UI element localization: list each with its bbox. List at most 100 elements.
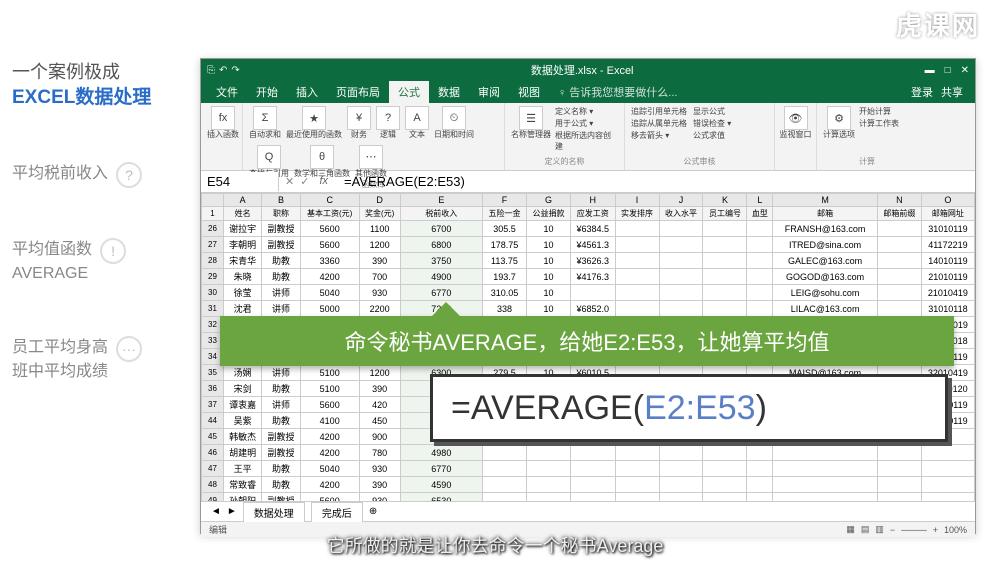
sheet-tab-2[interactable]: 完成后 xyxy=(311,502,363,522)
trace-precedents[interactable]: 追踪引用单元格 xyxy=(631,106,687,117)
header-cell[interactable]: 员工编号 xyxy=(703,207,747,221)
col-header[interactable]: H xyxy=(570,194,615,207)
cell[interactable] xyxy=(747,237,773,253)
cell[interactable] xyxy=(773,477,877,493)
cell[interactable] xyxy=(877,221,921,237)
cell[interactable] xyxy=(570,445,615,461)
error-check[interactable]: 错误检查 ▾ xyxy=(693,118,731,129)
cell[interactable]: 5600 xyxy=(300,493,359,502)
ribbon-自动求和[interactable]: Σ自动求和 xyxy=(249,106,281,140)
cell[interactable] xyxy=(570,493,615,502)
tab-formulas[interactable]: 公式 xyxy=(389,81,429,103)
col-header[interactable]: I xyxy=(615,194,659,207)
cell[interactable]: 助教 xyxy=(262,413,300,429)
ribbon-文本[interactable]: A文本 xyxy=(405,106,429,140)
create-from-selection[interactable]: 根据所选内容创建 xyxy=(555,130,618,152)
cell[interactable]: 1200 xyxy=(359,365,400,381)
cell[interactable]: 沈君 xyxy=(224,301,262,317)
row-header[interactable]: 30 xyxy=(202,285,224,301)
cell[interactable]: 韩敏杰 xyxy=(224,429,262,445)
cell[interactable]: 副教授 xyxy=(262,493,300,502)
cell[interactable] xyxy=(703,285,747,301)
cell[interactable]: 常致睿 xyxy=(224,477,262,493)
col-header[interactable]: D xyxy=(359,194,400,207)
cell[interactable] xyxy=(747,253,773,269)
cell[interactable] xyxy=(615,253,659,269)
cell[interactable]: 副教授 xyxy=(262,445,300,461)
tab-file[interactable]: 文件 xyxy=(207,81,247,103)
row-header[interactable]: 36 xyxy=(202,381,224,397)
tab-view[interactable]: 视图 xyxy=(509,81,549,103)
header-cell[interactable]: 实发排序 xyxy=(615,207,659,221)
cell[interactable] xyxy=(877,301,921,317)
cell[interactable]: GOGOD@163.com xyxy=(773,269,877,285)
cell[interactable]: 助教 xyxy=(262,477,300,493)
evaluate-formula[interactable]: 公式求值 xyxy=(693,130,731,141)
cell[interactable] xyxy=(659,237,703,253)
header-cell[interactable]: 基本工资(元) xyxy=(300,207,359,221)
cell[interactable] xyxy=(483,445,527,461)
header-cell[interactable]: 公益捐款 xyxy=(526,207,570,221)
row-header[interactable]: 28 xyxy=(202,253,224,269)
cell[interactable]: 5600 xyxy=(300,397,359,413)
cell[interactable] xyxy=(703,477,747,493)
cell[interactable] xyxy=(615,269,659,285)
row-header[interactable]: 27 xyxy=(202,237,224,253)
col-header[interactable]: N xyxy=(877,194,921,207)
col-header[interactable]: A xyxy=(224,194,262,207)
cell[interactable]: 420 xyxy=(359,397,400,413)
cell[interactable] xyxy=(483,493,527,502)
cell[interactable]: 4200 xyxy=(300,269,359,285)
cell[interactable] xyxy=(526,445,570,461)
cell[interactable]: 780 xyxy=(359,445,400,461)
cell[interactable] xyxy=(615,477,659,493)
cell[interactable] xyxy=(773,445,877,461)
cell[interactable]: 900 xyxy=(359,429,400,445)
cell[interactable]: 10 xyxy=(526,269,570,285)
cell[interactable] xyxy=(703,493,747,502)
cell[interactable] xyxy=(526,461,570,477)
cell[interactable]: 31010119 xyxy=(921,221,974,237)
cell[interactable]: ¥4176.3 xyxy=(570,269,615,285)
insert-function-button[interactable]: fx插入函数 xyxy=(207,106,239,140)
header-cell[interactable]: 姓名 xyxy=(224,207,262,221)
col-header[interactable] xyxy=(202,194,224,207)
cell[interactable]: 21010119 xyxy=(921,269,974,285)
cell[interactable]: 4980 xyxy=(400,445,482,461)
cell[interactable]: 谢拉宇 xyxy=(224,221,262,237)
calc-options-button[interactable]: ⚙计算选项 xyxy=(823,106,855,140)
sheet-tab-1[interactable]: 数据处理 xyxy=(243,502,305,522)
cell[interactable]: 4200 xyxy=(300,445,359,461)
cell[interactable]: 副教授 xyxy=(262,237,300,253)
cell[interactable]: 305.5 xyxy=(483,221,527,237)
name-manager-button[interactable]: ☰名称管理器 xyxy=(511,106,551,152)
cell[interactable]: 6530 xyxy=(400,493,482,502)
cell[interactable]: 6800 xyxy=(400,237,482,253)
row-header[interactable]: 29 xyxy=(202,269,224,285)
cell[interactable]: 1200 xyxy=(359,237,400,253)
cell[interactable] xyxy=(747,493,773,502)
cell[interactable]: 副教授 xyxy=(262,221,300,237)
cell[interactable] xyxy=(615,285,659,301)
show-formulas[interactable]: 显示公式 xyxy=(693,106,731,117)
cell[interactable] xyxy=(703,445,747,461)
formula-bar[interactable]: =AVERAGE(E2:E53) xyxy=(338,172,975,191)
header-cell[interactable]: 邮箱前缀 xyxy=(877,207,921,221)
cell[interactable] xyxy=(703,237,747,253)
watch-window-button[interactable]: 👁监视窗口 xyxy=(781,106,810,140)
cell[interactable]: 5040 xyxy=(300,461,359,477)
calc-now[interactable]: 开始计算 xyxy=(859,106,899,117)
cell[interactable]: 5100 xyxy=(300,381,359,397)
window-buttons[interactable]: ▬ □ ✕ xyxy=(925,65,969,76)
login-link[interactable]: 登录 xyxy=(911,84,933,100)
cell[interactable]: 王平 xyxy=(224,461,262,477)
cell[interactable] xyxy=(570,285,615,301)
cell[interactable]: 4100 xyxy=(300,413,359,429)
cell[interactable]: 193.7 xyxy=(483,269,527,285)
row-header[interactable]: 35 xyxy=(202,365,224,381)
header-cell[interactable]: 邮箱网址 xyxy=(921,207,974,221)
header-cell[interactable]: 应发工资 xyxy=(570,207,615,221)
col-header[interactable]: J xyxy=(659,194,703,207)
cell[interactable]: 助教 xyxy=(262,461,300,477)
cell[interactable] xyxy=(659,221,703,237)
